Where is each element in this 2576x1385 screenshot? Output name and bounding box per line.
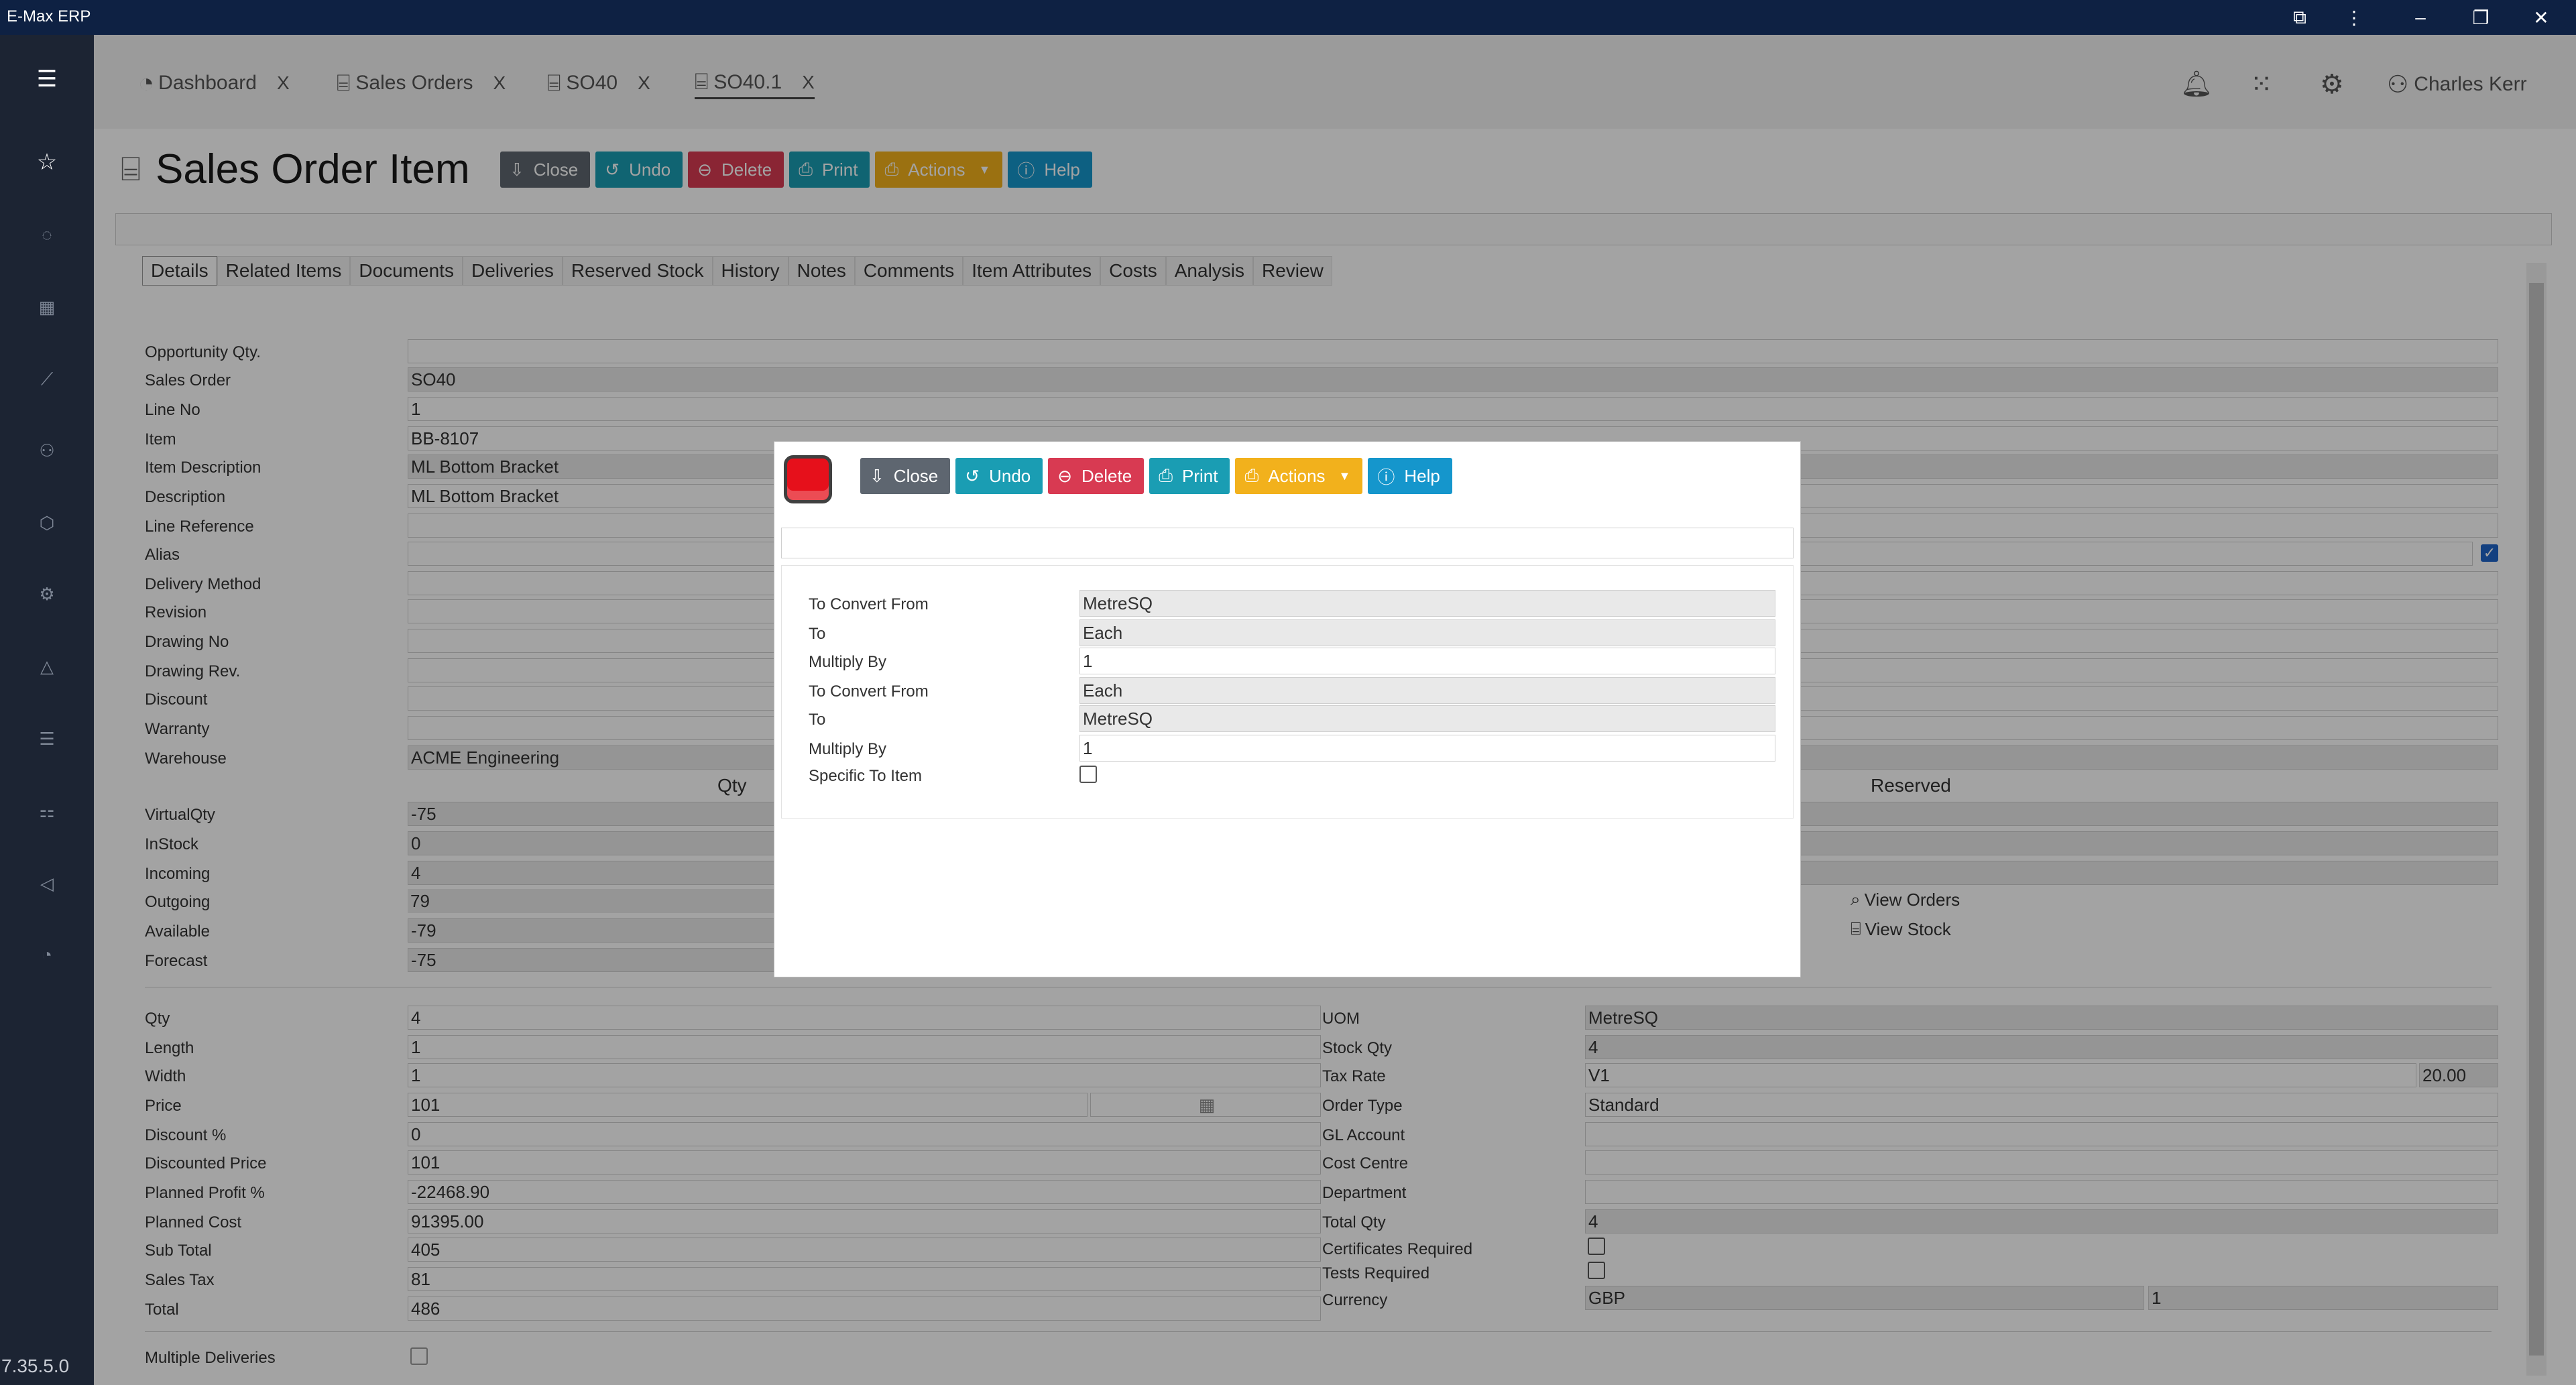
more-vertical-icon[interactable]: ⋮ [2344, 0, 2364, 35]
dialog-actions-button[interactable]: ⎙ Actions ▼ [1235, 458, 1363, 494]
printer-icon: ⎙ [1159, 465, 1173, 485]
app-title: E-Max ERP [7, 7, 91, 25]
sidebar: ☰ ☆ ◌ ▦ ⟋ ⚇ ⬡ ⚙ △ ☰ ⚏ ◁ ◔ [0, 35, 94, 1385]
dialog-delete-button[interactable]: ⊖ Delete [1048, 458, 1145, 494]
undo-label: Undo [989, 465, 1031, 486]
close-window-icon[interactable]: ✕ [2528, 0, 2555, 35]
multiply-by-field[interactable]: 1 [1079, 648, 1775, 674]
dialog-close-button[interactable]: ⇩ Close [860, 458, 951, 494]
warning-icon[interactable]: △ [34, 653, 60, 680]
to-field: Each [1079, 619, 1775, 646]
chart-icon[interactable]: ⟋ [34, 366, 60, 393]
restore-icon[interactable]: ❐ [2467, 0, 2494, 35]
app-version: 7.35.5.0 [1, 1356, 70, 1376]
delete-label: Delete [1081, 465, 1132, 486]
multiply-by-label: Multiply By [809, 653, 887, 671]
to-convert-from-label: To Convert From [809, 595, 929, 613]
multiply-by-label-2: Multiply By [809, 740, 887, 758]
close-label: Close [893, 465, 939, 486]
to-field-2: MetreSQ [1079, 705, 1775, 732]
dialog-form-panel: To Convert From MetreSQ To Each Multiply… [781, 565, 1794, 819]
to-label-2: To [809, 711, 826, 729]
minus-circle-icon: ⊖ [1057, 465, 1073, 486]
status-indicator-icon [784, 455, 832, 503]
specific-to-item-checkbox[interactable] [1079, 766, 1097, 783]
help-label: Help [1404, 465, 1440, 486]
lightbulb-icon[interactable]: ◌ [34, 221, 60, 248]
uom-conversion-dialog: ⇩ Close ↺ Undo ⊖ Delete ⎙ Print ⎙ Actions ▼ ⓘ H… [774, 441, 1801, 977]
to-convert-from-field-2: Each [1079, 677, 1775, 704]
minimize-icon[interactable]: – [2407, 0, 2434, 35]
actions-icon: ⎙ [1244, 465, 1259, 485]
dialog-filter-bar[interactable] [781, 528, 1794, 558]
megaphone-icon[interactable]: ◁ [34, 870, 60, 897]
to-convert-from-field: MetreSQ [1079, 590, 1775, 617]
dialog-help-button[interactable]: ⓘ Help [1368, 458, 1452, 494]
to-convert-from-label-2: To Convert From [809, 682, 929, 701]
dashboard-gauge-icon[interactable]: ◔ [34, 941, 60, 968]
dialog-toolbar: ⇩ Close ↺ Undo ⊖ Delete ⎙ Print ⎙ Actions ▼ ⓘ H… [860, 458, 1458, 494]
dialog-undo-button[interactable]: ↺ Undo [955, 458, 1043, 494]
box-icon[interactable]: ⬡ [34, 509, 60, 536]
actions-label: Actions [1268, 465, 1326, 486]
hierarchy-icon[interactable]: ⚏ [34, 798, 60, 825]
caret-down-icon: ▼ [1338, 469, 1351, 483]
dialog-print-button[interactable]: ⎙ Print [1149, 458, 1230, 494]
print-label: Print [1182, 465, 1218, 486]
calendar-icon[interactable]: ▦ [34, 294, 60, 320]
window-titlebar: E-Max ERP ⧉ ⋮ – ❐ ✕ [0, 0, 2576, 35]
star-icon[interactable]: ☆ [34, 149, 60, 176]
specific-to-item-label: Specific To Item [809, 767, 922, 785]
save-close-icon: ⇩ [870, 465, 884, 486]
menu-icon[interactable]: ☰ [34, 66, 60, 93]
multiply-by-field-2[interactable]: 1 [1079, 735, 1775, 762]
to-label: To [809, 625, 826, 643]
extension-icon[interactable]: ⧉ [2286, 0, 2313, 35]
question-circle-icon: ⓘ [1377, 467, 1395, 487]
database-icon[interactable]: ☰ [34, 725, 60, 752]
people-icon[interactable]: ⚇ [34, 437, 60, 464]
gear-cog-icon[interactable]: ⚙ [34, 581, 60, 607]
undo-icon: ↺ [965, 465, 980, 486]
